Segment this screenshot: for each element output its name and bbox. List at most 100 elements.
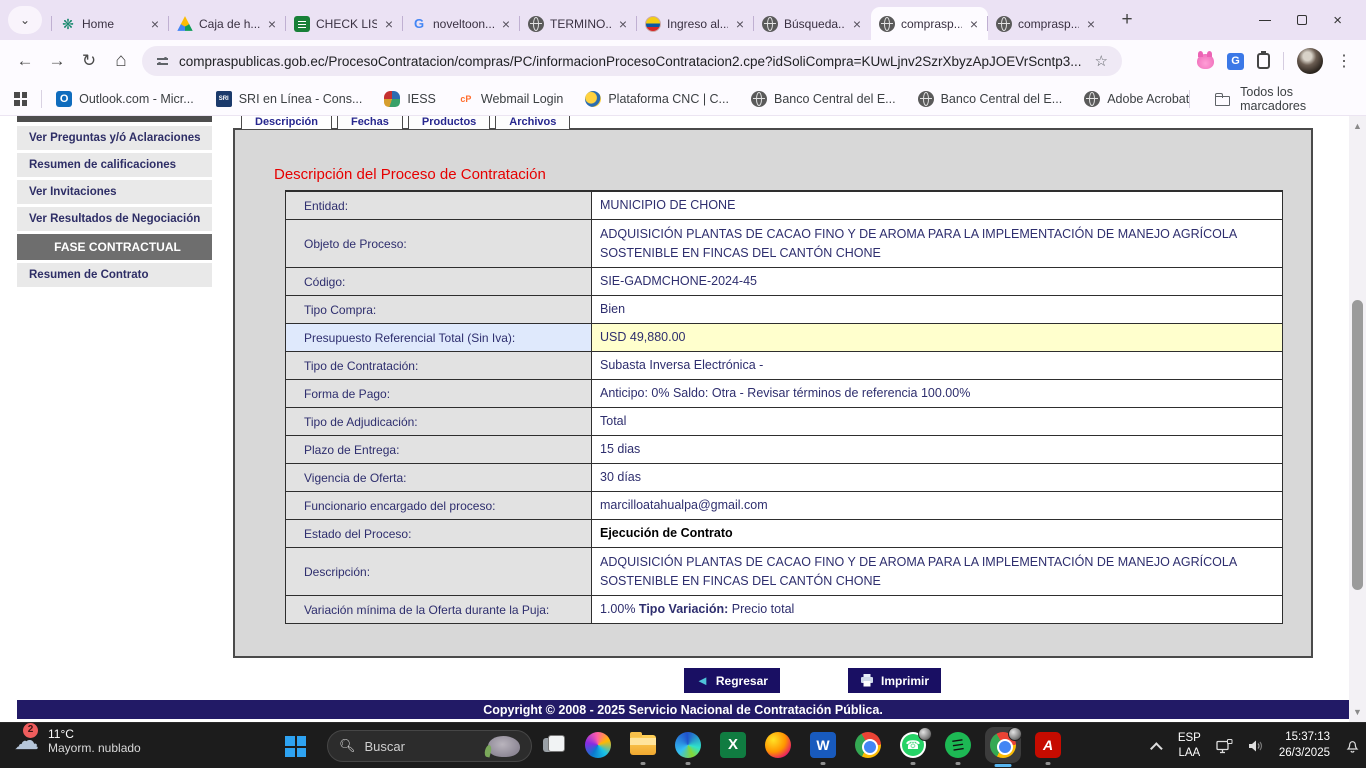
- scroll-down-icon[interactable]: ▼: [1349, 704, 1366, 720]
- bookmarks-divider: [41, 90, 42, 108]
- home-icon[interactable]: ⌂: [106, 46, 136, 76]
- page-scrollbar[interactable]: ▲ ▼: [1349, 116, 1366, 722]
- tab-close-icon[interactable]: ×: [1085, 16, 1097, 32]
- taskbar-app[interactable]: [585, 732, 611, 758]
- sidebar-item[interactable]: Resumen de Contrato: [17, 263, 212, 287]
- browser-tab[interactable]: Caja de h... ×: [169, 7, 286, 40]
- taskbar-app[interactable]: [945, 732, 971, 758]
- bookmark-item[interactable]: Banco Central del E...: [918, 91, 1063, 107]
- bookmark-item[interactable]: Plataforma CNC | C...: [585, 91, 729, 107]
- tab-favicon: [996, 16, 1012, 32]
- table-row: Tipo de Adjudicación: Total: [286, 407, 1282, 435]
- tab-close-icon[interactable]: ×: [968, 16, 980, 32]
- taskbar-app[interactable]: [855, 732, 881, 758]
- sidebar-item[interactable]: Resumen de calificaciones: [17, 153, 212, 177]
- start-button[interactable]: [285, 736, 306, 757]
- volume-icon[interactable]: [1248, 739, 1264, 753]
- weather-widget[interactable]: ☁2 11°C Mayorm. nublado: [14, 727, 141, 755]
- all-bookmarks[interactable]: Todos los marcadores: [1189, 85, 1352, 113]
- browser-tab[interactable]: comprasp... ×: [871, 7, 988, 40]
- bookmark-item[interactable]: IESS: [384, 91, 436, 107]
- language-indicator[interactable]: ESPLAA: [1178, 731, 1201, 761]
- taskbar-app[interactable]: [990, 732, 1016, 758]
- row-value: 15 dias: [592, 436, 1282, 463]
- bookmark-item[interactable]: Adobe Acrobat: [1084, 91, 1189, 107]
- clock[interactable]: 15:37:1326/3/2025: [1279, 730, 1330, 761]
- tab-close-icon[interactable]: ×: [383, 16, 395, 32]
- row-label: Tipo de Contratación:: [286, 352, 592, 379]
- profile-avatar[interactable]: [1297, 48, 1323, 74]
- bookmark-label: Banco Central del E...: [941, 92, 1063, 106]
- tab-favicon: [294, 16, 310, 32]
- bookmark-item[interactable]: SRI en Línea - Cons...: [216, 91, 363, 107]
- sidebar-item[interactable]: FASE CONTRACTUAL: [17, 234, 212, 260]
- tab-close-icon[interactable]: ×: [617, 16, 629, 32]
- close-icon[interactable]: ×: [1333, 12, 1342, 29]
- site-info-icon[interactable]: [156, 55, 170, 67]
- scroll-up-icon[interactable]: ▲: [1349, 118, 1366, 134]
- tab-title: TERMINO...: [550, 17, 611, 31]
- browser-tab[interactable]: noveltoon... ×: [403, 7, 520, 40]
- process-tab[interactable]: Productos: [408, 116, 490, 129]
- taskbar-app[interactable]: [720, 732, 746, 758]
- back-icon[interactable]: ←: [10, 46, 40, 76]
- process-tab[interactable]: Descripción: [241, 116, 332, 129]
- browser-tab[interactable]: TERMINO... ×: [520, 7, 637, 40]
- tab-close-icon[interactable]: ×: [149, 16, 161, 32]
- tab-search-caret-icon[interactable]: ⌄: [8, 6, 42, 34]
- browser-tab[interactable]: Ingreso al... ×: [637, 7, 754, 40]
- tab-title: comprasp...: [901, 17, 962, 31]
- imprimir-button[interactable]: Imprimir: [848, 668, 941, 693]
- apps-grid-icon[interactable]: [14, 92, 27, 106]
- bookmark-item[interactable]: Webmail Login: [458, 91, 563, 107]
- tab-close-icon[interactable]: ×: [851, 16, 863, 32]
- bookmark-favicon: [751, 91, 767, 107]
- scrollbar-thumb[interactable]: [1352, 300, 1363, 590]
- network-icon[interactable]: [1216, 739, 1233, 754]
- taskbar-app[interactable]: [810, 732, 836, 758]
- regresar-button[interactable]: ◄ Regresar: [684, 668, 780, 693]
- browser-tab[interactable]: comprasp... ×: [988, 7, 1105, 40]
- taskbar-app[interactable]: [900, 732, 926, 758]
- search-icon: 🔍︎: [339, 738, 356, 754]
- browser-menu-icon[interactable]: ⋮: [1336, 51, 1352, 71]
- taskbar-app[interactable]: [540, 732, 566, 758]
- translate-icon[interactable]: G: [1227, 53, 1244, 70]
- new-tab-button[interactable]: +: [1113, 6, 1141, 34]
- tab-title: comprasp...: [1018, 17, 1079, 31]
- tray-chevron-icon[interactable]: [1150, 742, 1163, 755]
- url-text[interactable]: compraspublicas.gob.ec/ProcesoContrataci…: [179, 54, 1086, 69]
- taskbar-app[interactable]: [630, 732, 656, 758]
- bookmarks-list: Outlook.com - Micr... SRI en Línea - Con…: [56, 91, 1189, 107]
- app-icon: [945, 732, 971, 758]
- browser-tab[interactable]: Búsqueda... ×: [754, 7, 871, 40]
- sidebar-item[interactable]: Ver Invitaciones: [17, 180, 212, 204]
- browser-tab[interactable]: Home ×: [52, 7, 169, 40]
- taskbar-app[interactable]: [765, 732, 791, 758]
- notification-bell-icon[interactable]: [1345, 738, 1360, 754]
- sidebar-item[interactable]: Ver Preguntas y/ó Aclaraciones: [17, 126, 212, 150]
- tab-close-icon[interactable]: ×: [500, 16, 512, 32]
- maximize-icon[interactable]: [1297, 15, 1307, 25]
- row-value: 30 días: [592, 464, 1282, 491]
- tab-close-icon[interactable]: ×: [266, 16, 278, 32]
- process-tab[interactable]: Fechas: [337, 116, 403, 129]
- taskbar-app[interactable]: [675, 732, 701, 758]
- browser-tab[interactable]: CHECK LIS... ×: [286, 7, 403, 40]
- tab-title: Home: [82, 17, 143, 31]
- process-tab[interactable]: Archivos: [495, 116, 570, 129]
- tab-close-icon[interactable]: ×: [734, 16, 746, 32]
- bookmark-item[interactable]: Outlook.com - Micr...: [56, 91, 194, 107]
- sidebar-item[interactable]: Ver Resultados de Negociación: [17, 207, 212, 231]
- taskbar-app[interactable]: [1035, 732, 1061, 758]
- bookmark-star-icon[interactable]: ☆: [1095, 52, 1108, 70]
- minimize-icon[interactable]: [1259, 20, 1271, 21]
- address-bar[interactable]: compraspublicas.gob.ec/ProcesoContrataci…: [142, 46, 1122, 76]
- extension-pink-icon[interactable]: [1197, 54, 1214, 69]
- reload-icon[interactable]: ↻: [74, 46, 104, 76]
- table-row: Vigencia de Oferta: 30 días: [286, 463, 1282, 491]
- forward-icon[interactable]: →: [42, 46, 72, 76]
- taskbar-search[interactable]: 🔍︎ Buscar: [327, 730, 532, 762]
- extensions-icon[interactable]: [1257, 53, 1270, 69]
- bookmark-item[interactable]: Banco Central del E...: [751, 91, 896, 107]
